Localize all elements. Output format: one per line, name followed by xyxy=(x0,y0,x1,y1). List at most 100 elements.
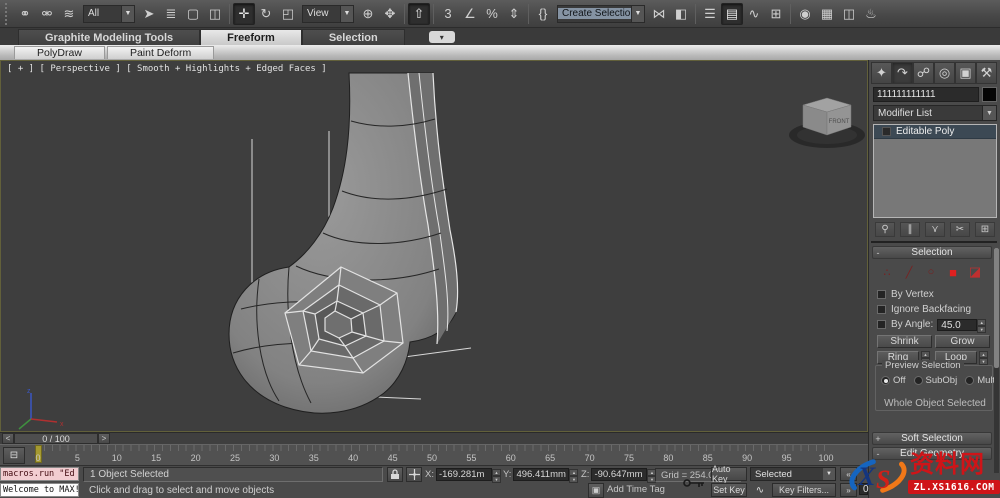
dropdown-arrow-icon[interactable]: ▼ xyxy=(631,6,644,22)
layer-manager-button[interactable]: ☰ xyxy=(699,3,721,25)
show-end-result-button[interactable]: ∥ xyxy=(900,222,920,237)
bind-to-spacewarp-button[interactable]: ≋ xyxy=(58,3,80,25)
by-vertex-checkbox[interactable] xyxy=(877,290,886,299)
graphite-ribbon-toggle-button[interactable]: ▤ xyxy=(721,3,743,25)
add-time-tag-label[interactable]: Add Time Tag xyxy=(607,484,665,495)
spin-up-icon[interactable]: ▲ xyxy=(492,469,501,476)
set-key-button[interactable]: Set Key xyxy=(711,483,747,497)
tab-selection[interactable]: Selection xyxy=(302,29,405,45)
next-frame-button[interactable]: > xyxy=(98,433,110,444)
ribbon-minimize-button[interactable]: ▾ xyxy=(429,31,455,43)
stack-item-editable-poly[interactable]: Editable Poly xyxy=(874,125,996,139)
perspective-viewport[interactable]: FRONT z y x [ + ] [ Perspective ] [ Smoo… xyxy=(0,60,868,432)
x-value-field[interactable]: -169.281m xyxy=(436,468,492,481)
tab-display[interactable]: ▣ xyxy=(955,62,976,84)
curve-editor-button[interactable]: ∿ xyxy=(743,3,765,25)
unlink-selection-button[interactable]: ⚮ xyxy=(36,3,58,25)
border-mode-button[interactable]: ○ xyxy=(923,264,939,280)
spin-up-icon[interactable]: ▲ xyxy=(979,351,988,358)
pin-stack-button[interactable]: ⚲ xyxy=(875,222,895,237)
tab-modify[interactable]: ↷ xyxy=(892,62,913,84)
select-object-button[interactable]: ➤ xyxy=(138,3,160,25)
subtab-paint-deform[interactable]: Paint Deform xyxy=(107,46,214,59)
vertex-mode-button[interactable]: ∴ xyxy=(879,264,895,280)
tab-hierarchy[interactable]: ☍ xyxy=(913,62,934,84)
toolbar-drag-handle[interactable] xyxy=(5,3,11,25)
maxscript-listener-line[interactable]: Welcome to MAX! xyxy=(0,483,79,497)
window-crossing-button[interactable]: ◫ xyxy=(204,3,226,25)
mirror-button[interactable]: ⋈ xyxy=(648,3,670,25)
loop-spinner[interactable]: ▲▼ xyxy=(979,351,988,364)
align-button[interactable]: ◧ xyxy=(670,3,692,25)
rollout-selection-header[interactable]: - Selection xyxy=(872,246,992,259)
angle-spinner[interactable]: ▲ ▼ xyxy=(977,319,986,331)
use-pivot-center-button[interactable]: ⊕ xyxy=(357,3,379,25)
preview-off-radio[interactable]: Off xyxy=(881,375,906,386)
spinner-snap-button[interactable]: ⇕ xyxy=(503,3,525,25)
material-editor-button[interactable]: ◉ xyxy=(794,3,816,25)
reference-coordinate-dropdown[interactable]: View ▼ xyxy=(302,5,354,23)
modifier-stack[interactable]: Editable Poly xyxy=(873,124,997,218)
preview-subobj-radio[interactable]: SubObj xyxy=(914,375,958,386)
angle-snap-button[interactable]: ∠ xyxy=(459,3,481,25)
tab-motion[interactable]: ◎ xyxy=(934,62,955,84)
select-and-link-button[interactable]: ⚭ xyxy=(14,3,36,25)
object-name-field[interactable]: 111111111111 xyxy=(873,87,979,102)
ignore-backfacing-checkbox[interactable] xyxy=(877,305,886,314)
y-value-field[interactable]: 496.411mm xyxy=(513,468,569,481)
y-spinner[interactable]: ▲▼ xyxy=(569,469,578,481)
selection-filter-dropdown[interactable]: All ▼ xyxy=(83,5,135,23)
snap-toggle-3d-button[interactable]: 3 xyxy=(437,3,459,25)
open-mini-curve-editor-button[interactable]: ⊟ xyxy=(3,447,25,464)
keying-mode-dropdown[interactable]: Selected ▼ xyxy=(750,467,836,481)
rect-selection-region-button[interactable]: ▢ xyxy=(182,3,204,25)
dropdown-arrow-icon[interactable]: ▼ xyxy=(340,6,353,22)
preview-multi-radio[interactable]: Multi xyxy=(965,375,997,386)
timeline-ruler[interactable]: ⊟ 05101520253035404550556065707580859095… xyxy=(0,444,868,466)
polygon-mode-button[interactable]: ■ xyxy=(945,264,961,280)
edge-mode-button[interactable]: ╱ xyxy=(901,264,917,280)
previous-frame-button[interactable]: < xyxy=(2,433,14,444)
dropdown-arrow-icon[interactable]: ▼ xyxy=(982,106,996,120)
spin-down-icon[interactable]: ▼ xyxy=(569,476,578,483)
render-production-button[interactable]: ♨ xyxy=(860,3,882,25)
by-angle-checkbox[interactable] xyxy=(877,320,886,329)
spin-down-icon[interactable]: ▼ xyxy=(979,358,988,365)
keyboard-override-button[interactable]: ⇧ xyxy=(408,3,430,25)
modifier-list-dropdown[interactable]: Modifier List ▼ xyxy=(873,105,997,121)
z-value-field[interactable]: -90.647mm xyxy=(591,468,647,481)
scrollbar-thumb[interactable] xyxy=(994,248,999,368)
subtab-polydraw[interactable]: PolyDraw xyxy=(14,46,105,59)
select-and-move-button[interactable]: ✛ xyxy=(233,3,255,25)
spin-up-icon[interactable]: ▲ xyxy=(977,319,986,326)
viewport-label[interactable]: [ + ] [ Perspective ] [ Smooth + Highlig… xyxy=(7,64,327,74)
panel-scrollbar[interactable] xyxy=(994,248,999,473)
x-coordinate[interactable]: X: -169.281m ▲▼ xyxy=(425,468,501,481)
schematic-view-button[interactable]: ⊞ xyxy=(765,3,787,25)
object-color-swatch[interactable] xyxy=(982,87,997,102)
configure-modifier-sets-button[interactable]: ⊞ xyxy=(975,222,995,237)
remove-modifier-button[interactable]: ✂ xyxy=(950,222,970,237)
tab-create[interactable]: ✦ xyxy=(871,62,892,84)
named-selection-set-dropdown[interactable]: Create Selection Se ▼ xyxy=(557,5,645,23)
absolute-offset-toggle-button[interactable] xyxy=(406,467,422,482)
x-spinner[interactable]: ▲▼ xyxy=(492,469,501,481)
select-and-scale-button[interactable]: ◰ xyxy=(277,3,299,25)
viewport-canvas[interactable]: FRONT z y x xyxy=(1,61,867,431)
tab-utilities[interactable]: ⚒ xyxy=(976,62,997,84)
rollout-soft-selection-header[interactable]: + Soft Selection xyxy=(872,432,992,445)
key-filters-button[interactable]: Key Filters... xyxy=(772,483,836,497)
auto-key-button[interactable]: Auto Key xyxy=(711,467,747,481)
selection-lock-button[interactable] xyxy=(387,467,403,482)
z-coordinate[interactable]: Z: -90.647mm ▲▼ xyxy=(581,468,656,481)
angle-value-field[interactable]: 45.0 xyxy=(937,319,977,331)
time-tag-button[interactable]: ▣ xyxy=(588,483,604,498)
y-coordinate[interactable]: Y: 496.411mm ▲▼ xyxy=(503,468,578,481)
percent-snap-button[interactable]: % xyxy=(481,3,503,25)
spin-down-icon[interactable]: ▼ xyxy=(977,326,986,333)
viewcube[interactable]: FRONT xyxy=(789,98,865,148)
element-mode-button[interactable]: ◪ xyxy=(967,264,983,280)
spin-up-icon[interactable]: ▲ xyxy=(569,469,578,476)
spin-down-icon[interactable]: ▼ xyxy=(492,476,501,483)
select-and-manipulate-button[interactable]: ✥ xyxy=(379,3,401,25)
